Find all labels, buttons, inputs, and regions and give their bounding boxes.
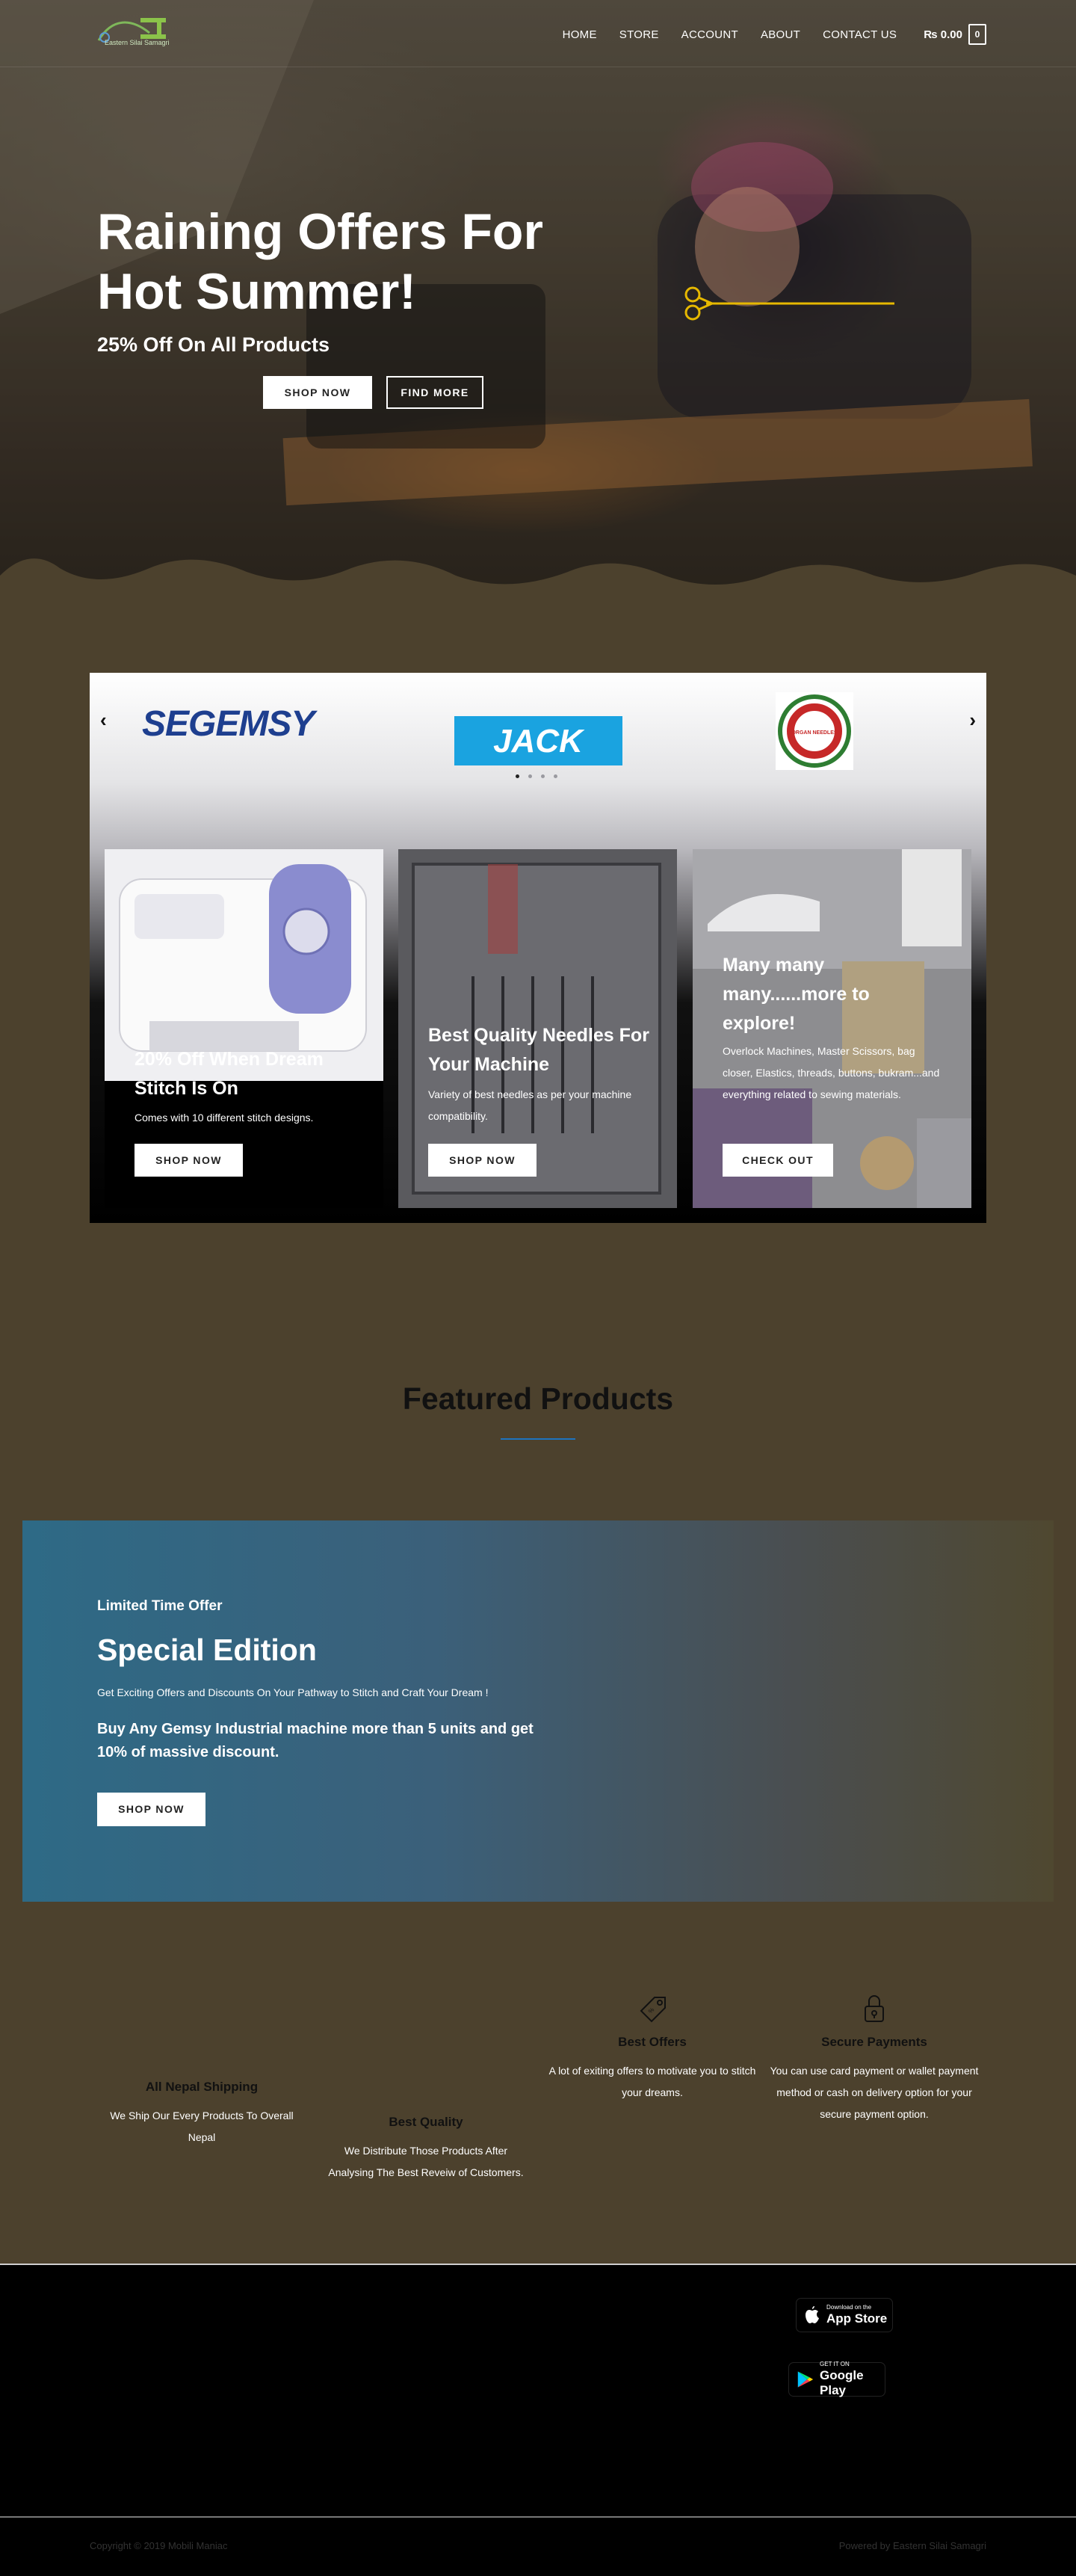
- apple-icon: [806, 2306, 819, 2323]
- hero-scalloped-edge: [0, 558, 1076, 606]
- promo-shop-now-button[interactable]: SHOP NOW: [134, 1144, 243, 1177]
- app-store-badge[interactable]: Download on the App Store: [796, 2298, 893, 2332]
- promo-text: Overlock Machines, Master Scissors, bag …: [723, 1045, 940, 1100]
- special-label: Limited Time Offer: [97, 1598, 223, 1614]
- nav-about[interactable]: ABOUT: [761, 28, 800, 41]
- brand-segemsy-logo[interactable]: SEGEMSY: [142, 704, 389, 742]
- feature-title: Best Quality: [389, 2115, 463, 2129]
- promo-title: Best Quality Needles For Your Machine: [428, 1025, 649, 1075]
- special-description: Buy Any Gemsy Industrial machine more th…: [97, 1721, 534, 1760]
- feature-offers: % Best Offers A lot of exiting offers to…: [548, 1990, 757, 2104]
- special-title: Special Edition: [97, 1633, 317, 1667]
- carousel-prev-icon[interactable]: ‹: [100, 709, 107, 732]
- brand-jack-logo[interactable]: JACK: [454, 716, 622, 765]
- brand-jack-text: JACK: [493, 723, 585, 759]
- google-play-big-text: Google Play: [820, 2368, 864, 2397]
- special-subtitle: Get Exciting Offers and Discounts On You…: [97, 1686, 489, 1698]
- promo-card-needles: Best Quality Needles For Your Machine Va…: [398, 849, 677, 1208]
- special-shop-now-button[interactable]: SHOP NOW: [97, 1793, 205, 1826]
- feature-text: A lot of exiting offers to motivate you …: [548, 2065, 756, 2098]
- brand-organ-text: ORGAN NEEDLES: [791, 730, 837, 736]
- carousel-dots: [516, 774, 557, 778]
- hero-subtitle: 25% Off On All Products: [97, 333, 330, 356]
- top-navigation: Eastern Silai Samagri HOME STORE ACCOUNT…: [0, 0, 1076, 67]
- logo-icon[interactable]: [90, 10, 173, 54]
- app-store-small-text: Download on the: [826, 2304, 872, 2311]
- feature-payments: Secure Payments You can use card payment…: [770, 1990, 979, 2125]
- hero-shop-now-button[interactable]: SHOP NOW: [263, 376, 372, 409]
- feature-text: We Ship Our Every Products To Overall Ne…: [110, 2110, 294, 2143]
- google-play-badge[interactable]: GET IT ON Google Play: [788, 2361, 885, 2397]
- copyright-text: Copyright © 2019 Mobili Maniac: [90, 2540, 228, 2551]
- promo-title: 20% Off When Dream Stitch Is On: [134, 1049, 324, 1099]
- scissors-line-decoration-icon: [684, 286, 894, 321]
- promo-card-accessories: Many many many......more to explore! Ove…: [693, 849, 971, 1208]
- footer: Download on the App Store GET IT ON Goog…: [0, 2264, 1076, 2576]
- svg-text:%: %: [647, 2006, 655, 2015]
- feature-text: You can use card payment or wallet payme…: [770, 2065, 979, 2120]
- carousel-dot[interactable]: [541, 774, 545, 778]
- brand-segemsy-text: SEGEMSY: [142, 704, 318, 742]
- promo-title: Many many many......more to explore!: [723, 955, 870, 1034]
- nav-home[interactable]: HOME: [563, 28, 597, 41]
- featured-products-underline: [501, 1438, 575, 1440]
- special-edition-banner: Limited Time Offer Special Edition Get E…: [22, 1520, 1054, 1902]
- nav-account[interactable]: ACCOUNT: [681, 28, 738, 41]
- carousel-dot[interactable]: [554, 774, 557, 778]
- logo-text: Eastern Silai Samagri: [105, 39, 170, 46]
- carousel-dot[interactable]: [528, 774, 532, 778]
- google-play-icon: [797, 2371, 814, 2388]
- carousel-dot[interactable]: [516, 774, 519, 778]
- hero-section: Eastern Silai Samagri HOME STORE ACCOUNT…: [0, 0, 1076, 606]
- featured-products-title: Featured Products: [402, 1381, 674, 1416]
- promo-card-sewing-machine: 20% Off When Dream Stitch Is On Comes wi…: [105, 849, 383, 1208]
- feature-title: All Nepal Shipping: [145, 2080, 259, 2094]
- nav-store[interactable]: STORE: [619, 28, 659, 41]
- nav-contact-us[interactable]: CONTACT US: [823, 28, 897, 41]
- google-play-small-text: GET IT ON: [820, 2361, 850, 2367]
- lock-icon: [865, 1995, 884, 2022]
- tag-icon: %: [640, 1997, 666, 2023]
- page: Eastern Silai Samagri HOME STORE ACCOUNT…: [0, 0, 1076, 2576]
- feature-title: Secure Payments: [821, 2035, 927, 2049]
- feature-text: We Distribute Those Products After Analy…: [328, 2145, 524, 2178]
- cart-count-badge: 0: [968, 24, 986, 45]
- carousel-next-icon[interactable]: ›: [969, 709, 976, 732]
- promo-text: Variety of best needles as per your mach…: [428, 1088, 632, 1122]
- promo-check-out-button[interactable]: CHECK OUT: [723, 1144, 833, 1177]
- feature-shipping: All Nepal Shipping We Ship Our Every Pro…: [97, 2035, 306, 2148]
- cart-amount: ₨ 0.00: [924, 28, 962, 41]
- hero-find-more-button[interactable]: FIND MORE: [386, 376, 483, 409]
- feature-title: Best Offers: [618, 2035, 687, 2049]
- nav-menu: HOME STORE ACCOUNT ABOUT CONTACT US ₨ 0.…: [563, 24, 986, 45]
- cart-button[interactable]: ₨ 0.00 0: [924, 24, 986, 45]
- app-store-big-text: App Store: [826, 2311, 888, 2326]
- promo-text: Comes with 10 different stitch designs.: [134, 1112, 314, 1124]
- powered-by-link[interactable]: Powered by Eastern Silai Samagri: [839, 2540, 986, 2551]
- hero-title: Raining Offers For Hot Summer!: [97, 203, 543, 320]
- feature-quality: Best Quality We Distribute Those Product…: [321, 2070, 531, 2184]
- promo-shop-now-button[interactable]: SHOP NOW: [428, 1144, 537, 1177]
- footer-bottom-bar: Copyright © 2019 Mobili Maniac Powered b…: [0, 2516, 1076, 2576]
- brand-organ-needles-logo[interactable]: ORGAN NEEDLES: [776, 692, 853, 770]
- brand-carousel-panel: ‹ › SEGEMSY JACK ORGAN NEEDLES 20% Off W…: [90, 673, 986, 1223]
